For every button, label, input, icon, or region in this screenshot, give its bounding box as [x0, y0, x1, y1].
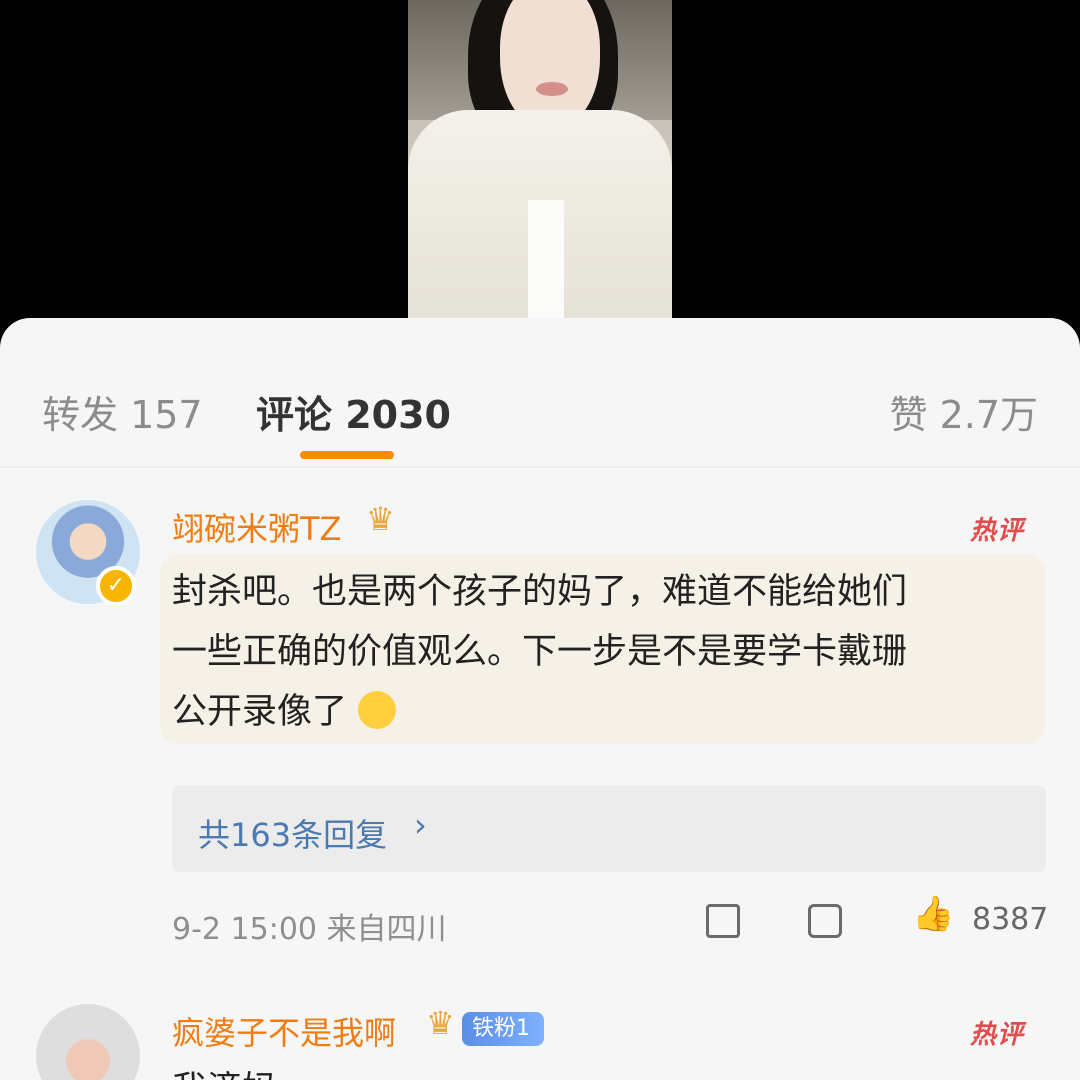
share-icon[interactable]: [706, 904, 740, 938]
tab-repost[interactable]: 转发 157: [42, 384, 203, 439]
post-photo[interactable]: [408, 0, 672, 320]
comment-item: 疯婆子不是我啊 ♛ 铁粉1 热评 我滴妈: [0, 1002, 1080, 1080]
comment-text-line-2: 一些正确的价值观么。下一步是不是要学卡戴珊: [172, 632, 908, 672]
comment-text-line-3-wrap: 公开录像了: [172, 682, 1022, 742]
crown-icon: ♛: [366, 500, 395, 538]
comment-item: ✓ 翊碗米粥TZ ♛ 热评 封杀吧。也是两个孩子的妈了，难道不能给她们 一些正确…: [0, 498, 1080, 958]
photo-lips: [536, 82, 568, 96]
comment-text-line-3: 公开录像了: [172, 692, 348, 732]
tab-bar: 转发 157 评论 2030 赞 2.7万: [0, 318, 1080, 466]
comment-icon[interactable]: [808, 904, 842, 938]
hot-comment-label: 热评: [970, 1020, 1025, 1050]
active-tab-indicator: [300, 451, 394, 459]
username[interactable]: 疯婆子不是我啊: [172, 1008, 396, 1054]
comment-sheet: 转发 157 评论 2030 赞 2.7万 ✓ 翊碗米粥TZ ♛ 热评 封杀吧。…: [0, 318, 1080, 1080]
tab-like[interactable]: 赞 2.7万: [889, 384, 1038, 439]
hot-comment-label: 热评: [970, 516, 1025, 546]
avatar[interactable]: [36, 1004, 140, 1080]
comment-meta: 9-2 15:00 来自四川: [172, 912, 447, 947]
tab-divider: [0, 466, 1080, 468]
photo-collar: [528, 200, 564, 320]
fan-badge: 铁粉1: [462, 1012, 544, 1046]
like-count: 8387: [972, 902, 1049, 937]
replies-label: 共163条回复: [198, 816, 388, 854]
chevron-right-icon: ›: [414, 806, 427, 844]
replies-button[interactable]: 共163条回复 ›: [172, 786, 1046, 872]
crown-icon: ♛: [426, 1004, 455, 1042]
username[interactable]: 翊碗米粥TZ: [172, 504, 341, 550]
thumbs-up-icon[interactable]: 👍: [912, 894, 954, 934]
comment-text-line-1: 封杀吧。也是两个孩子的妈了，难道不能给她们: [172, 572, 908, 612]
comment-text-partial: 我滴妈: [172, 1060, 1022, 1080]
verified-icon: ✓: [96, 566, 136, 606]
laughing-emoji-icon: [358, 691, 397, 729]
